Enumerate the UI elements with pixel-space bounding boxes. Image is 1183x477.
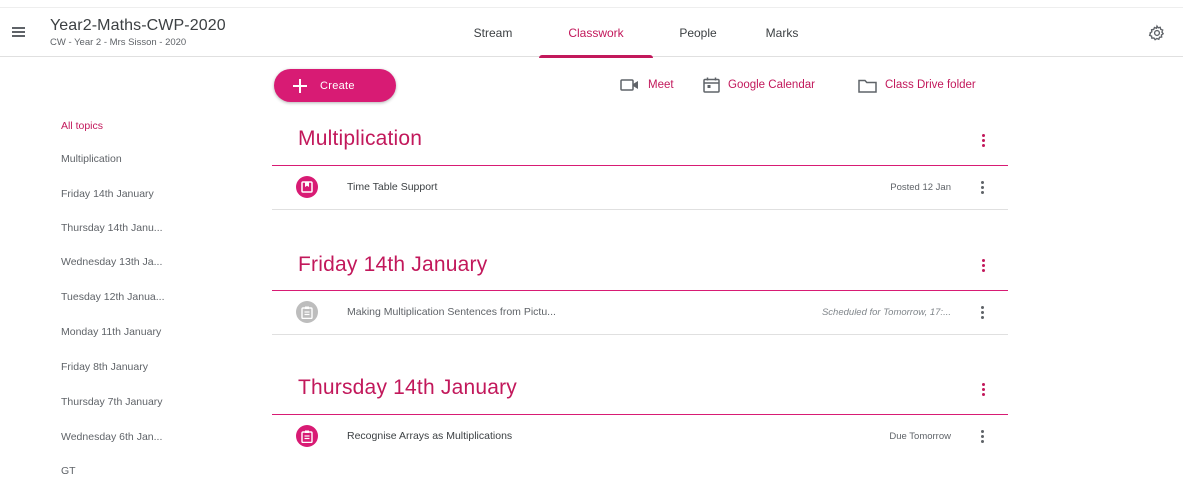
item-options-icon[interactable] — [975, 305, 989, 321]
meet-link[interactable]: Meet — [620, 76, 674, 94]
item-status: Due Tomorrow — [889, 431, 951, 442]
topic-item[interactable]: Wednesday 6th Jan... — [61, 431, 162, 443]
topic-options-icon[interactable] — [976, 133, 990, 149]
class-drive-folder-label: Class Drive folder — [885, 79, 976, 91]
create-button-label: Create — [320, 79, 355, 92]
classwork-item[interactable]: Making Multiplication Sentences from Pic… — [272, 297, 1008, 335]
topic-item[interactable]: Thursday 7th January — [61, 396, 163, 408]
tab-label: People — [679, 25, 717, 40]
topic-all-topics[interactable]: All topics — [61, 120, 103, 132]
item-title: Recognise Arrays as Multiplications — [347, 430, 513, 442]
tab-classwork[interactable]: Classwork — [539, 8, 653, 58]
item-options-icon[interactable] — [975, 180, 989, 196]
calendar-icon — [703, 77, 720, 93]
tab-stream[interactable]: Stream — [458, 8, 528, 57]
assignment-icon — [296, 425, 318, 447]
create-button[interactable]: Create — [274, 69, 396, 102]
topic-divider — [272, 290, 1008, 291]
tab-marks[interactable]: Marks — [752, 8, 812, 57]
assignment-icon — [296, 301, 318, 323]
meet-link-label: Meet — [648, 79, 674, 91]
class-subtitle: CW - Year 2 - Mrs Sisson - 2020 — [50, 37, 187, 48]
topic-divider — [272, 165, 1008, 166]
plus-icon — [293, 78, 307, 93]
topic-options-icon[interactable] — [976, 382, 990, 398]
topic-item[interactable]: Tuesday 12th Janua... — [61, 291, 165, 303]
topic-item[interactable]: Friday 8th January — [61, 361, 148, 373]
item-title: Time Table Support — [347, 181, 438, 193]
topic-heading[interactable]: Thursday 14th January — [298, 376, 517, 400]
gear-icon[interactable] — [1148, 24, 1166, 42]
topic-item[interactable]: Thursday 14th Janu... — [61, 222, 163, 234]
item-status: Scheduled for Tomorrow, 17:... — [821, 307, 951, 318]
topic-item[interactable]: GT — [61, 465, 76, 477]
material-icon — [296, 176, 318, 198]
topic-divider — [272, 414, 1008, 415]
topic-options-icon[interactable] — [976, 258, 990, 274]
topic-item[interactable]: Monday 11th January — [61, 326, 161, 338]
tab-label: Marks — [765, 25, 799, 40]
topic-heading[interactable]: Friday 14th January — [298, 253, 487, 277]
tab-label: Stream — [473, 25, 513, 40]
item-status: Posted 12 Jan — [890, 182, 951, 193]
topic-item[interactable]: Friday 14th January — [61, 188, 154, 200]
top-app-bar: Year2-Maths-CWP-2020 CW - Year 2 - Mrs S… — [0, 7, 1183, 58]
item-title: Making Multiplication Sentences from Pic… — [347, 306, 556, 318]
class-title[interactable]: Year2-Maths-CWP-2020 — [50, 17, 226, 35]
google-calendar-label: Google Calendar — [728, 79, 815, 91]
hamburger-menu-icon[interactable] — [10, 23, 28, 41]
item-options-icon[interactable] — [975, 429, 989, 445]
folder-icon — [858, 79, 877, 93]
topic-item[interactable]: Wednesday 13th Ja... — [61, 256, 162, 268]
item-divider — [272, 209, 1008, 210]
classwork-item[interactable]: Recognise Arrays as Multiplications Due … — [272, 421, 1008, 459]
google-calendar-link[interactable]: Google Calendar — [703, 76, 815, 94]
video-camera-icon — [620, 79, 638, 91]
tab-label: Classwork — [568, 25, 624, 40]
classwork-item[interactable]: Time Table Support Posted 12 Jan — [272, 172, 1008, 210]
topic-item[interactable]: Multiplication — [61, 153, 122, 165]
item-divider — [272, 334, 1008, 335]
tab-people[interactable]: People — [664, 8, 732, 57]
class-drive-folder-link[interactable]: Class Drive folder — [858, 76, 976, 94]
topic-heading[interactable]: Multiplication — [298, 127, 422, 151]
